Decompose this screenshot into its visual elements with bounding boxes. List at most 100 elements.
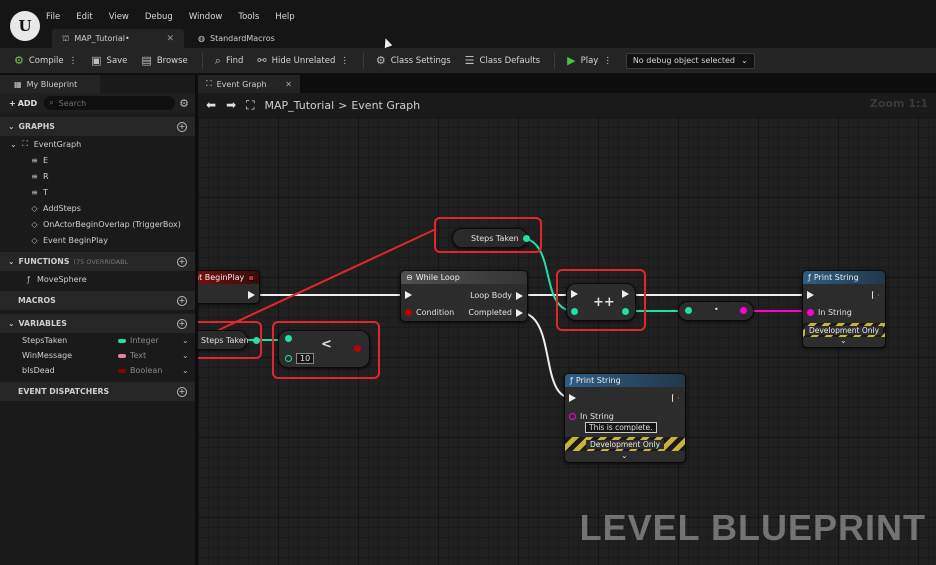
class-settings-button[interactable]: ⚙ Class Settings [376, 54, 451, 67]
node-int-to-string[interactable]: • [678, 301, 754, 321]
exec-input-pin[interactable] [569, 394, 576, 402]
tree-item-addsteps[interactable]: ◇ AddSteps [0, 200, 195, 216]
forward-arrow-icon[interactable]: ➡ [226, 98, 236, 112]
browse-button[interactable]: ▤ Browse [141, 54, 187, 67]
back-arrow-icon[interactable]: ⬅ [206, 98, 216, 112]
gear-icon: ⚙ [375, 54, 386, 67]
breadcrumb-current: Event Graph [351, 98, 421, 112]
menu-edit[interactable]: Edit [76, 12, 92, 22]
close-icon[interactable]: ✕ [285, 80, 292, 89]
function-icon: ƒ [570, 376, 573, 385]
chevron-down-icon[interactable]: ⌄ [840, 336, 847, 345]
exec-input-pin[interactable] [405, 291, 412, 299]
node-event-beginplay[interactable]: nt BeginPlay [198, 270, 260, 304]
exec-input-pin[interactable] [807, 291, 814, 299]
exec-input-pin[interactable] [571, 290, 578, 298]
play-options-icon[interactable]: ⋮ [603, 56, 612, 66]
node-increment[interactable]: ++ [566, 283, 636, 321]
completed-exec-pin[interactable] [516, 308, 523, 317]
event-dispatchers-section-header[interactable]: EVENT DISPATCHERS + [0, 382, 195, 401]
find-button[interactable]: ⌕ Find [215, 54, 244, 68]
graphs-section-header[interactable]: ⌄ GRAPHS + [0, 117, 195, 136]
tree-item-movesphere[interactable]: ƒ MoveSphere [0, 271, 195, 287]
condition-input-pin[interactable] [405, 309, 412, 316]
menu-help[interactable]: Help [275, 12, 294, 22]
functions-section-header[interactable]: ⌄ FUNCTIONS (75 OVERRIDABL + [0, 252, 195, 271]
hide-unrelated-options-icon[interactable]: ⋮ [340, 56, 349, 66]
tree-item-on-actor-begin-overlap[interactable]: ◇ OnActorBeginOverlap (TriggerBox) [0, 216, 195, 232]
macros-section-header[interactable]: MACROS + [0, 291, 195, 310]
variable-row-steps-taken[interactable]: StepsTaken Integer ⌄ [0, 333, 195, 348]
boolean-output-pin[interactable] [354, 345, 361, 352]
unreal-logo-icon[interactable]: U [10, 11, 40, 41]
exec-output-pin[interactable] [622, 290, 629, 298]
hide-unrelated-button[interactable]: ⚯ Hide Unrelated ⋮ [257, 54, 348, 67]
loop-body-exec-pin[interactable] [516, 291, 523, 300]
tab-standard-macros[interactable]: ◍ StandardMacros [188, 29, 285, 48]
graph-canvas[interactable]: nt BeginPlay Steps Taken Steps Taken < 1… [198, 117, 936, 565]
play-button[interactable]: ▶ Play ⋮ [567, 54, 612, 67]
integer-input-pin[interactable] [571, 308, 578, 315]
tab-event-graph[interactable]: ⛶ Event Graph ✕ [198, 75, 300, 93]
tree-item-event-beginplay[interactable]: ◇ Event BeginPlay [0, 232, 195, 248]
tree-item-event-graph[interactable]: ⌄ ⛶ EventGraph [0, 136, 195, 152]
integer-input-pin[interactable] [685, 307, 692, 314]
chevron-down-icon[interactable]: ⌄ [182, 351, 189, 360]
debug-object-select[interactable]: No debug object selected ⌄ [625, 52, 755, 69]
menu-window[interactable]: Window [189, 12, 223, 22]
integer-input-pin-b[interactable] [285, 355, 292, 362]
tab-my-blueprint[interactable]: ▦ My Blueprint [0, 75, 100, 93]
variables-section-header[interactable]: ⌄ VARIABLES + [0, 314, 195, 333]
tree-item-event-t[interactable]: ≡ T [0, 184, 195, 200]
in-string-value-field[interactable]: This is complete. [585, 422, 657, 433]
menu-file[interactable]: File [46, 12, 60, 22]
chevron-down-icon[interactable]: ⌄ [182, 336, 189, 345]
exec-output-pin[interactable] [672, 394, 679, 402]
breadcrumb: ⬅ ➡ ⛶ MAP_Tutorial > Event Graph Zoom 1:… [198, 93, 936, 117]
event-graph-icon: ⛶ [22, 139, 28, 148]
in-string-pin[interactable] [807, 309, 814, 316]
exec-output-pin[interactable] [248, 291, 255, 299]
node-print-string-a[interactable]: ƒ Print String In String Development Onl… [802, 270, 886, 348]
class-defaults-button[interactable]: ☰ Class Defaults [465, 54, 540, 67]
compile-options-icon[interactable]: ⋮ [69, 56, 78, 66]
compile-button[interactable]: ⚙ Compile ⋮ [14, 54, 77, 67]
in-string-pin[interactable] [569, 413, 576, 420]
node-less-than[interactable]: < 10 [278, 330, 370, 368]
tree-item-event-e[interactable]: ≡ E [0, 152, 195, 168]
string-output-pin[interactable] [740, 307, 747, 314]
tab-map-tutorial[interactable]: ⛫ MAP_Tutorial• ✕ [52, 29, 184, 48]
breadcrumb-root[interactable]: MAP_Tutorial [265, 99, 335, 112]
close-icon[interactable]: ✕ [166, 34, 174, 44]
menu-debug[interactable]: Debug [145, 12, 173, 22]
chevron-down-icon[interactable]: ⌄ [621, 451, 628, 460]
add-variable-icon[interactable]: + [177, 318, 187, 329]
integer-output-pin[interactable] [622, 308, 629, 315]
my-blueprint-panel: ▦ My Blueprint + ADD ⌕ Search ⚙ ⌄ GRAPHS… [0, 75, 196, 565]
node-steps-taken-getter-left[interactable]: Steps Taken [198, 330, 260, 350]
integer-output-pin[interactable] [252, 337, 260, 344]
add-graph-icon[interactable]: + [177, 121, 187, 132]
integer-input-pin-a[interactable] [285, 335, 292, 342]
integer-output-pin[interactable] [522, 235, 530, 242]
search-input[interactable]: ⌕ Search [44, 96, 176, 110]
save-button[interactable]: ▣ Save [91, 54, 127, 67]
menu-tools[interactable]: Tools [238, 12, 259, 22]
menu-view[interactable]: View [109, 12, 129, 22]
exec-output-pin[interactable] [872, 291, 879, 299]
chevron-down-icon[interactable]: ⌄ [182, 366, 189, 375]
add-button[interactable]: + ADD [6, 99, 40, 108]
add-function-icon[interactable]: + [177, 256, 187, 267]
boolean-type-pill [118, 368, 126, 373]
event-delegate-pin[interactable] [248, 274, 254, 281]
gear-icon[interactable]: ⚙ [179, 97, 189, 110]
variable-row-win-message[interactable]: WinMessage Text ⌄ [0, 348, 195, 363]
node-steps-taken-getter[interactable]: Steps Taken [452, 228, 530, 248]
node-print-string-b[interactable]: ƒ Print String In String This is complet… [564, 373, 686, 463]
variable-row-bisdead[interactable]: bIsDead Boolean ⌄ [0, 363, 195, 378]
add-macro-icon[interactable]: + [177, 295, 187, 306]
tree-item-event-r[interactable]: ≡ R [0, 168, 195, 184]
node-while-loop[interactable]: ⊖ While Loop Loop Body Condition Complet… [400, 270, 528, 322]
less-than-value-field[interactable]: 10 [296, 353, 315, 364]
add-dispatcher-icon[interactable]: + [177, 386, 187, 397]
